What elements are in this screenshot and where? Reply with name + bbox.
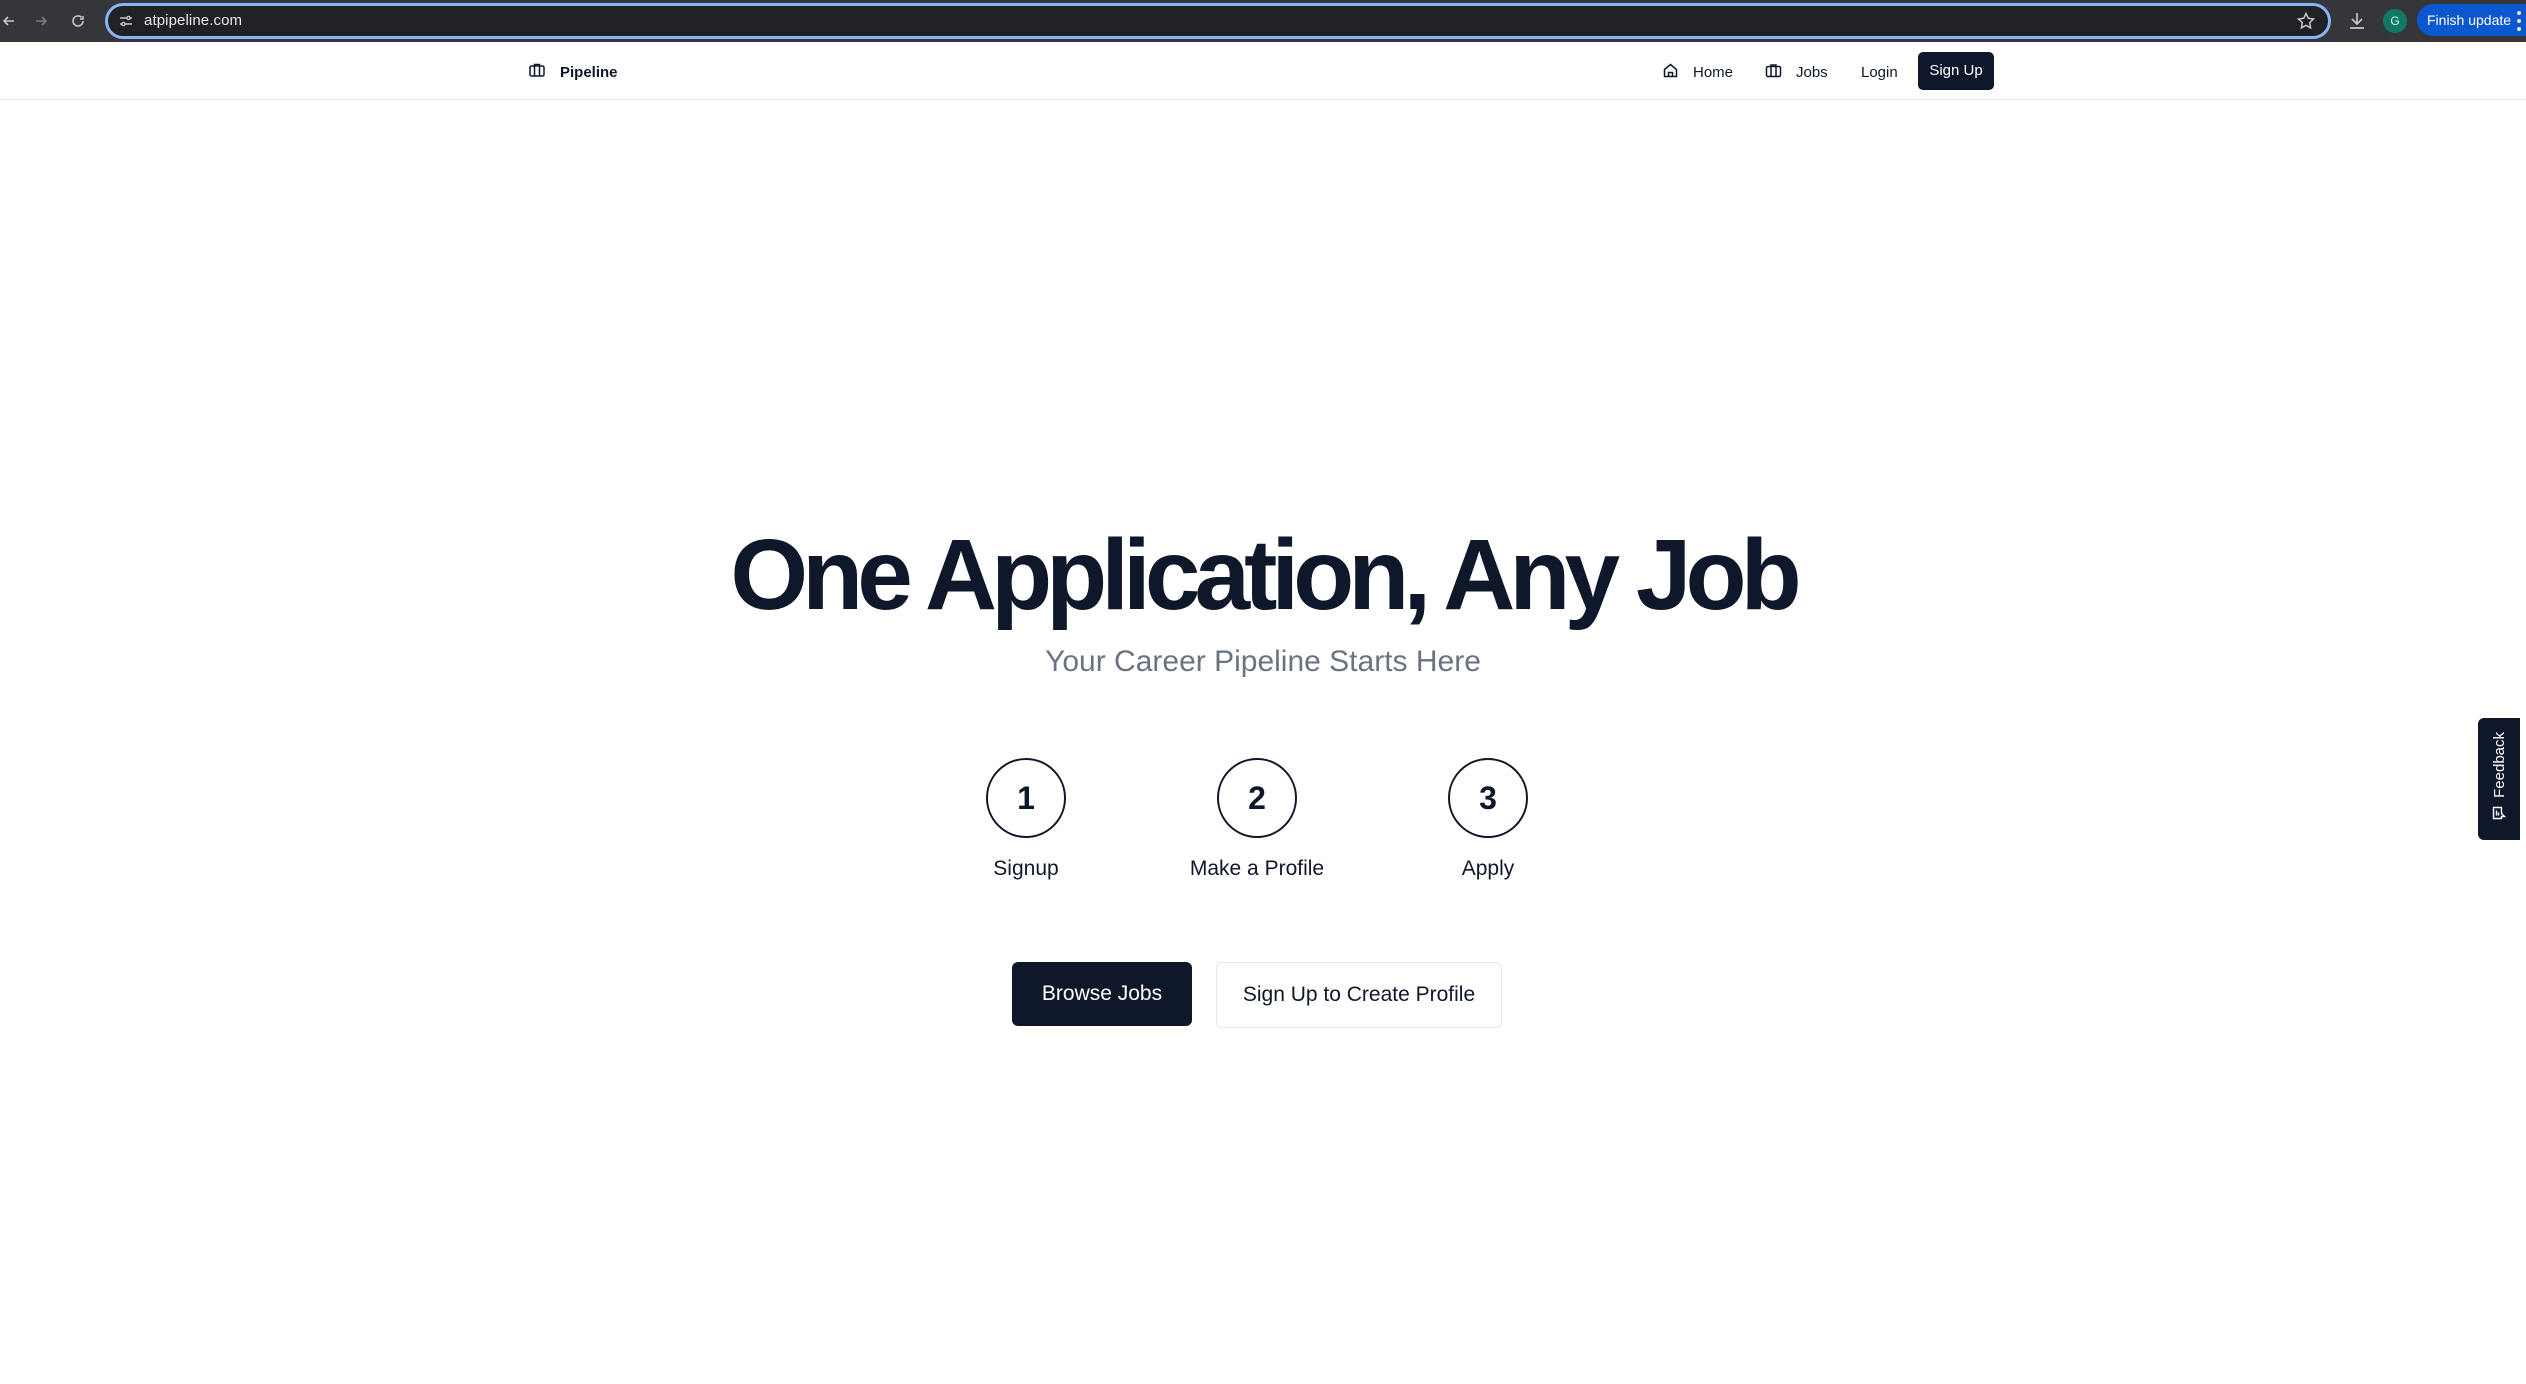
nav-login[interactable]: Login	[1861, 55, 1898, 89]
step-signup: 1 Signup	[936, 758, 1116, 884]
step-make-profile: 2 Make a Profile	[1167, 758, 1347, 884]
star-icon[interactable]	[2296, 11, 2316, 31]
nav-jobs[interactable]: Jobs	[1765, 55, 1828, 89]
feedback-label: Feedback	[2490, 731, 2508, 798]
site-settings-icon[interactable]	[118, 13, 134, 29]
forward-icon[interactable]	[28, 8, 54, 34]
brand-name: Pipeline	[560, 63, 618, 81]
step-apply: 3 Apply	[1398, 758, 1578, 884]
briefcase-icon	[1765, 62, 1782, 83]
nav-login-label: Login	[1861, 63, 1898, 81]
hero-subtitle: Your Career Pipeline Starts Here	[1045, 645, 1481, 678]
brand-link[interactable]: Pipeline	[528, 60, 618, 84]
step-label: Signup	[993, 857, 1059, 880]
browser-toolbar: atpipeline.com G Finish update	[0, 0, 2526, 42]
hero-title: One Application, Any Job	[730, 519, 1801, 631]
home-icon	[1662, 62, 1679, 83]
profile-avatar[interactable]: G	[2383, 9, 2407, 33]
signup-create-profile-button[interactable]: Sign Up to Create Profile	[1216, 962, 1502, 1028]
nav-jobs-label: Jobs	[1796, 63, 1828, 81]
address-url[interactable]: atpipeline.com	[144, 12, 242, 29]
briefcase-icon	[528, 61, 546, 84]
finish-update-button[interactable]: Finish update	[2417, 4, 2526, 36]
feedback-tab[interactable]: Feedback	[2478, 718, 2520, 840]
signup-button[interactable]: Sign Up	[1918, 52, 1994, 90]
site-header: Pipeline	[0, 42, 2526, 100]
back-icon[interactable]	[0, 8, 22, 34]
step-label: Make a Profile	[1189, 857, 1325, 880]
step-number: 3	[1448, 758, 1528, 838]
step-number: 2	[1217, 758, 1297, 838]
step-number: 1	[986, 758, 1066, 838]
browse-jobs-button[interactable]: Browse Jobs	[1012, 962, 1192, 1026]
reload-icon[interactable]	[65, 8, 91, 34]
step-label: Apply	[1461, 857, 1515, 880]
download-icon[interactable]	[2345, 9, 2369, 33]
nav-home-label: Home	[1693, 63, 1734, 81]
message-icon	[2491, 805, 2507, 826]
address-bar[interactable]: atpipeline.com	[105, 3, 2331, 39]
menu-icon[interactable]	[2516, 11, 2522, 31]
nav-home[interactable]: Home	[1662, 55, 1733, 89]
